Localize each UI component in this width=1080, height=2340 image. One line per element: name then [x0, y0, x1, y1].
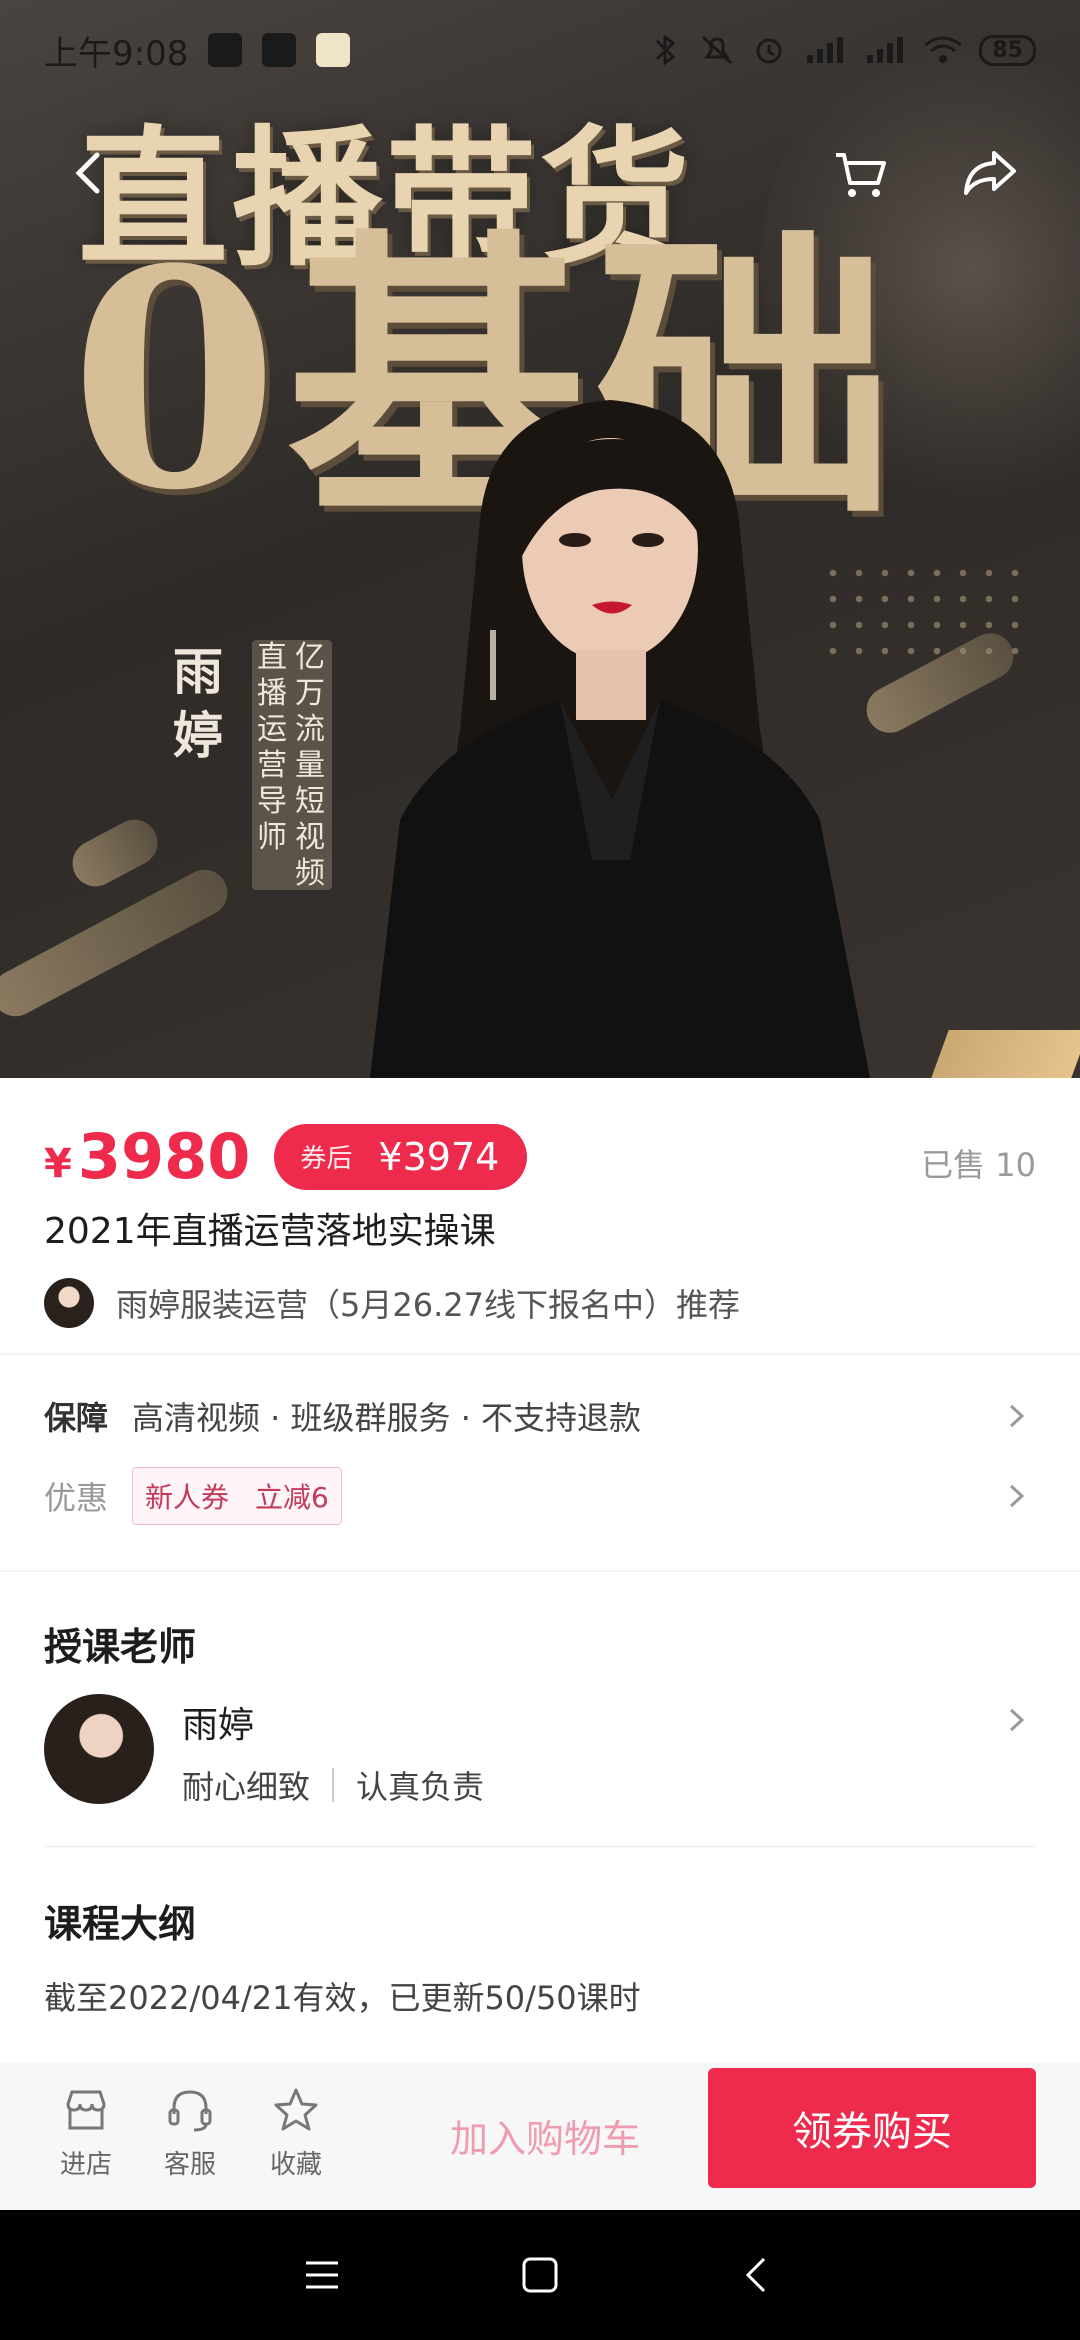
- store-label: 进店: [59, 2150, 112, 2180]
- chevron-right-icon[interactable]: [996, 1700, 1036, 1740]
- currency-symbol: ¥: [44, 1140, 72, 1187]
- store-button[interactable]: 进店: [38, 2084, 134, 2181]
- banner-gold-bar: [931, 1030, 1080, 1078]
- price-row: ¥ 3980 券后 ¥3974: [44, 1120, 528, 1193]
- teacher-tag: 认真负责: [356, 1768, 485, 1806]
- coupon-tag: 新人券 立减6: [132, 1467, 342, 1525]
- chevron-right-icon: [1009, 1484, 1025, 1508]
- alarm-icon: [756, 38, 782, 64]
- system-nav-bar: [0, 2210, 1080, 2340]
- battery-indicator: 85: [979, 34, 1036, 66]
- product-banner: 直播带货 0基础 雨婷 直播运营导师 亿万流量短视频 上午9:08 85: [0, 0, 1080, 1078]
- guarantee-row[interactable]: 保障 高清视频 · 班级群服务 · 不支持退款: [44, 1393, 1036, 1439]
- headset-icon: [168, 2090, 212, 2132]
- star-icon: [274, 2088, 318, 2131]
- favorite-label: 收藏: [269, 2150, 322, 2180]
- buy-with-coupon-button[interactable]: 领券购买: [708, 2068, 1036, 2188]
- guarantee-section: 保障 高清视频 · 班级群服务 · 不支持退款 优惠 新人券 立减6: [0, 1355, 1080, 1570]
- banner-streak: [0, 861, 236, 1025]
- teacher-tags: 耐心细致 认真负责: [182, 1762, 484, 1808]
- teacher-section: 授课老师 雨婷 耐心细致 认真负责: [0, 1572, 1080, 1847]
- teacher-name-vertical: 雨婷: [173, 643, 223, 765]
- wechat-icon: [208, 33, 243, 67]
- teacher-tag-column: 亿万流量短视频: [295, 640, 325, 891]
- product-title: 2021年直播运营落地实操课: [44, 1211, 496, 1252]
- avatar: [44, 1278, 94, 1328]
- course-outline-section: 课程大纲 截至2022/04/21有效，已更新50/50课时: [0, 1847, 1080, 2062]
- back-icon[interactable]: [734, 2251, 782, 2299]
- divider: [332, 1768, 335, 1802]
- chevron-left-icon: [75, 152, 100, 194]
- discount-label: 优惠: [44, 1479, 109, 1517]
- guarantee-label: 保障: [44, 1399, 109, 1437]
- coupon-label: 券后: [300, 1144, 353, 1174]
- store-icon: [66, 2090, 106, 2130]
- status-bar: 上午9:08 85: [0, 0, 1080, 100]
- cart-button[interactable]: [825, 138, 895, 208]
- share-button[interactable]: [955, 138, 1025, 208]
- product-info: ¥ 3980 券后 ¥3974 已售 10 2021年直播运营落地实操课 雨婷服…: [0, 1078, 1080, 1353]
- menu-icon[interactable]: [298, 2251, 346, 2299]
- share-icon: [964, 151, 1016, 195]
- teacher-tag-column: 直播运营导师: [257, 640, 287, 855]
- banner-streak: [64, 811, 166, 895]
- coupon-price-badge: 券后 ¥3974: [274, 1123, 528, 1190]
- teacher-tag: 耐心细致: [182, 1768, 311, 1806]
- favorite-button[interactable]: 收藏: [248, 2084, 344, 2181]
- chevron-right-icon: [1009, 1404, 1025, 1428]
- section-title: 授课老师: [44, 1625, 197, 1669]
- sold-count: 已售 10: [921, 1146, 1036, 1184]
- notes-icon: [316, 33, 351, 67]
- signal-icon: [807, 37, 844, 63]
- tiktok-icon: [262, 33, 297, 67]
- shop-name: 雨婷服装运营（5月26.27线下报名中）推荐: [116, 1286, 740, 1324]
- home-icon[interactable]: [516, 2251, 564, 2299]
- teacher-avatar[interactable]: [44, 1694, 154, 1804]
- guarantee-text: 高清视频 · 班级群服务 · 不支持退款: [132, 1399, 642, 1437]
- cart-icon: [836, 153, 886, 197]
- price: 3980: [77, 1120, 251, 1193]
- back-button[interactable]: [56, 138, 126, 208]
- bluetooth-icon: [656, 35, 676, 65]
- discount-row[interactable]: 优惠 新人券 立减6: [44, 1467, 1036, 1525]
- customer-service-button[interactable]: 客服: [142, 2084, 238, 2181]
- outline-validity: 截至2022/04/21有效，已更新50/50课时: [44, 1979, 641, 2017]
- teacher-photo: [370, 400, 870, 1078]
- status-time: 上午9:08: [44, 33, 189, 74]
- shop-recommendation[interactable]: 雨婷服装运营（5月26.27线下报名中）推荐: [44, 1278, 740, 1328]
- section-title: 课程大纲: [44, 1902, 197, 1946]
- service-label: 客服: [163, 2150, 216, 2180]
- coupon-price: ¥3974: [378, 1134, 500, 1179]
- add-to-cart-button[interactable]: 加入购物车: [400, 2088, 690, 2182]
- bottom-action-bar: 进店 客服 收藏 加入购物车 领券购买: [0, 2062, 1080, 2210]
- mute-icon: [702, 35, 733, 65]
- signal-icon: [867, 37, 904, 63]
- teacher-name[interactable]: 雨婷: [182, 1696, 254, 1748]
- wifi-icon: [924, 36, 963, 63]
